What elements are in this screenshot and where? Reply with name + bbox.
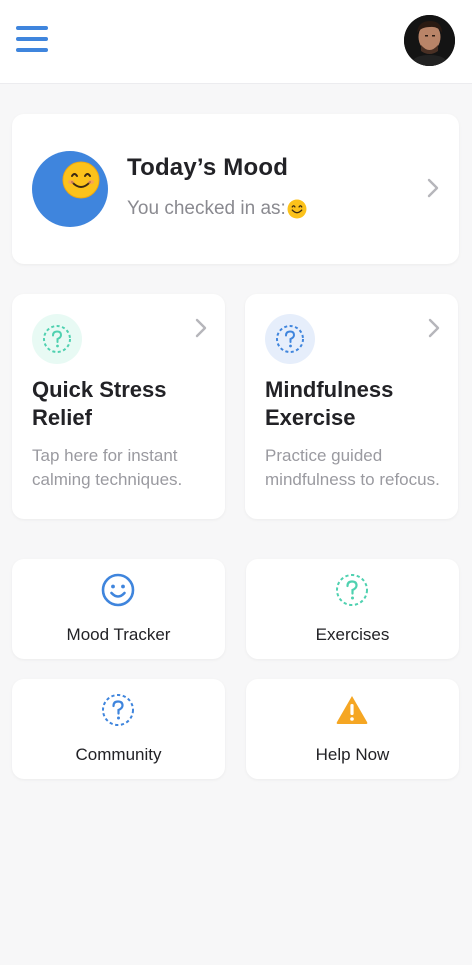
mood-subtitle: You checked in as: <box>127 198 307 220</box>
feature-title: Quick Stress Relief <box>32 377 167 430</box>
warning-icon <box>336 696 368 724</box>
tile-label: Community <box>75 745 162 764</box>
feature-description: Practice guided mindfulness to refocus. <box>265 446 440 489</box>
mood-tracker-tile[interactable]: Mood Tracker <box>12 559 225 659</box>
tile-label: Mood Tracker <box>66 625 171 644</box>
avatar[interactable] <box>404 15 455 66</box>
help-circle-icon <box>276 325 304 353</box>
quick-stress-relief-icon-bg <box>32 314 82 364</box>
app-header <box>0 0 472 84</box>
tile-label: Help Now <box>315 745 390 764</box>
chevron-right-icon <box>427 178 439 198</box>
help-now-tile[interactable]: Help Now <box>246 679 459 779</box>
user-avatar-image <box>404 15 455 66</box>
mood-title: Today’s Mood <box>127 154 289 181</box>
feature-title: Mindfulness Exercise <box>265 377 394 430</box>
tile-label: Exercises <box>315 625 390 644</box>
feature-description: Tap here for instant calming techniques. <box>32 446 183 489</box>
smiling-face-emoji-small-icon <box>287 199 307 219</box>
chevron-right-icon <box>428 318 440 338</box>
hamburger-menu-icon[interactable] <box>16 26 48 54</box>
todays-mood-card[interactable]: Today’s Mood You checked in as: <box>12 114 459 264</box>
help-circle-icon <box>102 694 134 726</box>
quick-stress-relief-card[interactable]: Quick Stress Relief Tap here for instant… <box>12 294 225 519</box>
smile-icon <box>101 573 135 607</box>
chevron-right-icon <box>195 318 207 338</box>
smiling-face-emoji-icon <box>62 161 100 199</box>
help-circle-icon <box>43 325 71 353</box>
mood-subtitle-text: You checked in as: <box>127 198 286 219</box>
exercises-tile[interactable]: Exercises <box>246 559 459 659</box>
help-circle-icon <box>336 574 368 606</box>
mindfulness-exercise-card[interactable]: Mindfulness Exercise Practice guided min… <box>245 294 458 519</box>
mindfulness-exercise-icon-bg <box>265 314 315 364</box>
community-tile[interactable]: Community <box>12 679 225 779</box>
